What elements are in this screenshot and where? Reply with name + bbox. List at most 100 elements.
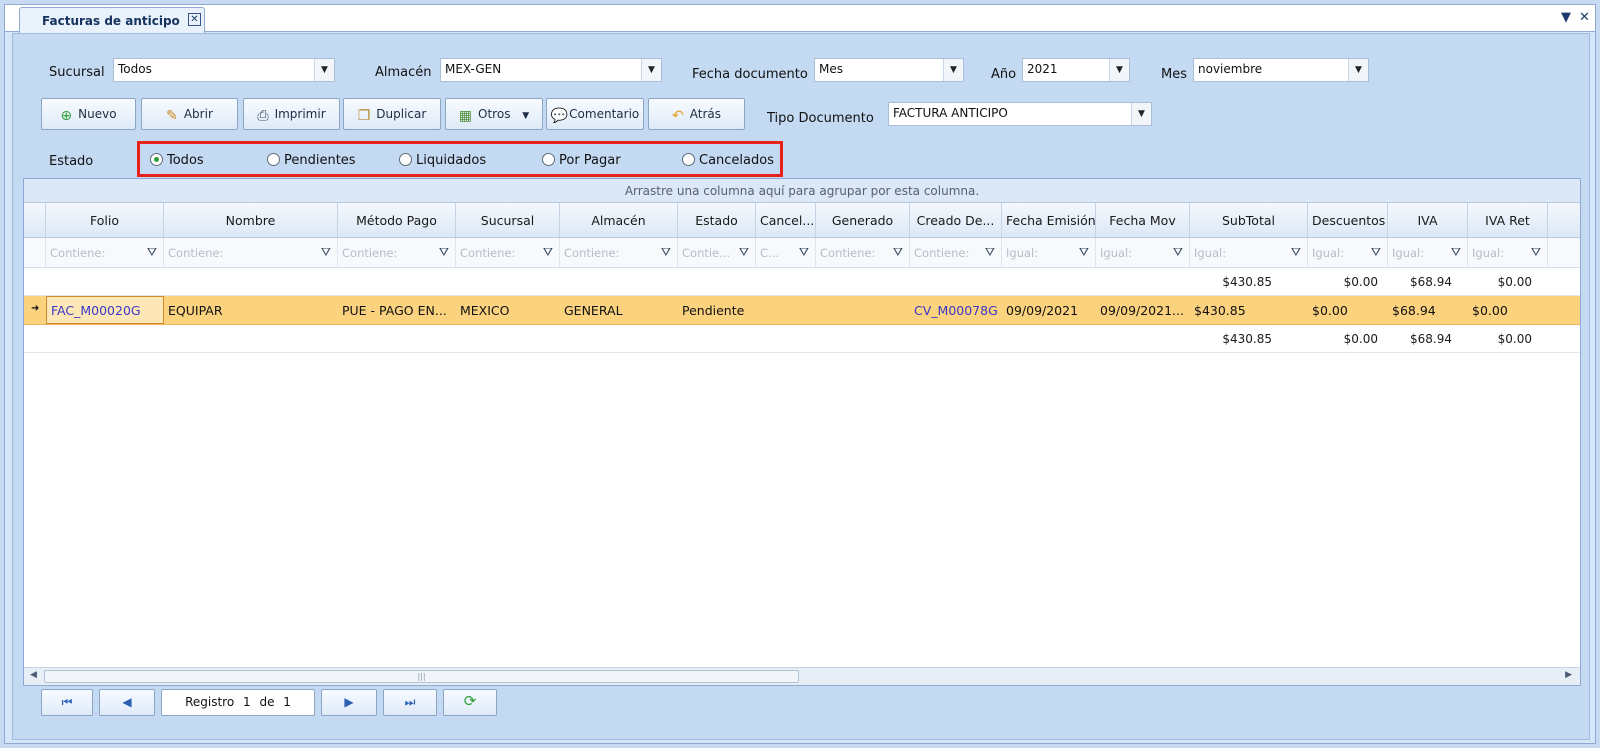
filter-generado[interactable]: Contiene: ⛛: [816, 238, 910, 267]
chevron-down-icon[interactable]: ▼: [314, 59, 334, 81]
column-header-fecha-emision[interactable]: Fecha Emisión: [1002, 203, 1096, 237]
column-header-cancel[interactable]: Cancel...: [756, 203, 816, 237]
cell-nombre[interactable]: EQUIPAR: [164, 296, 338, 324]
radio-liquidados[interactable]: Liquidados: [399, 153, 486, 168]
column-header-sucursal[interactable]: Sucursal: [456, 203, 560, 237]
almacen-select[interactable]: MEX-GEN ▼: [440, 58, 662, 82]
otros-button[interactable]: ▦ Otros ▼: [445, 98, 543, 130]
filter-icon[interactable]: ⛛: [1371, 245, 1381, 260]
scrollbar-thumb[interactable]: |||: [44, 670, 799, 683]
tipo-documento-select[interactable]: FACTURA ANTICIPO ▼: [888, 102, 1152, 126]
sucursal-select[interactable]: Todos ▼: [113, 58, 335, 82]
cell-estado[interactable]: Pendiente: [678, 296, 756, 324]
cell-generado[interactable]: [816, 296, 910, 324]
column-header-iva[interactable]: IVA: [1388, 203, 1468, 237]
radio-cancelados[interactable]: Cancelados: [682, 153, 774, 168]
column-header-nombre[interactable]: Nombre: [164, 203, 338, 237]
filter-icon[interactable]: ⛛: [1173, 245, 1183, 260]
first-page-button[interactable]: ⏮: [41, 689, 93, 716]
next-page-button[interactable]: ▶: [321, 689, 377, 716]
filter-icon[interactable]: ⛛: [661, 245, 671, 260]
abrir-button[interactable]: ✎ Abrir: [141, 98, 238, 130]
horizontal-scrollbar[interactable]: ◀ ||| ▶: [24, 667, 1580, 685]
mes-select[interactable]: noviembre ▼: [1193, 58, 1369, 82]
filter-icon[interactable]: ⛛: [147, 245, 157, 260]
column-header-creado-de[interactable]: Creado De...: [910, 203, 1002, 237]
filter-icon[interactable]: ⛛: [1451, 245, 1461, 260]
filter-nombre[interactable]: Contiene: ⛛: [164, 238, 338, 267]
cell-metodo-pago[interactable]: PUE - PAGO EN...: [338, 296, 456, 324]
chevron-down-icon[interactable]: ▼: [943, 59, 963, 81]
filter-icon[interactable]: ⛛: [985, 245, 995, 260]
table-row[interactable]: ➜ FAC_M00020G EQUIPAR PUE - PAGO EN... M…: [24, 296, 1580, 325]
cell-descuentos[interactable]: $0.00: [1308, 296, 1388, 324]
window-close-icon[interactable]: ✕: [1579, 10, 1590, 25]
filter-icon[interactable]: ⛛: [799, 245, 809, 260]
cell-iva[interactable]: $68.94: [1388, 296, 1468, 324]
cell-creado-de[interactable]: CV_M00078G: [910, 296, 1002, 324]
column-header-descuentos[interactable]: Descuentos: [1308, 203, 1388, 237]
column-header-fecha-mov[interactable]: Fecha Mov: [1096, 203, 1190, 237]
filter-icon[interactable]: ⛛: [543, 245, 553, 260]
column-header-folio[interactable]: Folio: [46, 203, 164, 237]
filter-fecha-mov[interactable]: Igual: ⛛: [1096, 238, 1190, 267]
folio-link[interactable]: FAC_M00020G: [51, 303, 141, 318]
tab-close-icon[interactable]: ✕: [188, 13, 201, 26]
radio-por-pagar[interactable]: Por Pagar: [542, 153, 621, 168]
anio-select[interactable]: 2021 ▼: [1022, 58, 1130, 82]
filter-fecha-emision[interactable]: Igual: ⛛: [1002, 238, 1096, 267]
filter-icon[interactable]: ⛛: [1531, 245, 1541, 260]
scroll-left-icon[interactable]: ◀: [30, 670, 37, 680]
comentario-button[interactable]: 💬Comentario: [546, 98, 644, 130]
filter-almacen[interactable]: Contiene: ⛛: [560, 238, 678, 267]
column-header-metodo-pago[interactable]: Método Pago: [338, 203, 456, 237]
creado-de-link[interactable]: CV_M00078G: [914, 303, 998, 318]
filter-iva[interactable]: Igual: ⛛: [1388, 238, 1468, 267]
filter-icon[interactable]: ⛛: [321, 245, 331, 260]
imprimir-button[interactable]: ⎙ Imprimir: [243, 98, 340, 130]
group-by-area[interactable]: Arrastre una columna aquí para agrupar p…: [24, 179, 1580, 203]
filter-estado[interactable]: Contie... ⛛: [678, 238, 756, 267]
cell-almacen[interactable]: GENERAL: [560, 296, 678, 324]
filter-creado-de[interactable]: Contiene: ⛛: [910, 238, 1002, 267]
tab-facturas-anticipo[interactable]: Facturas de anticipo ✕: [19, 7, 205, 33]
prev-page-button[interactable]: ◀: [99, 689, 155, 716]
cell-folio[interactable]: FAC_M00020G: [46, 296, 164, 324]
filter-descuentos[interactable]: Igual: ⛛: [1308, 238, 1388, 267]
filter-icon[interactable]: ⛛: [893, 245, 903, 260]
filter-subtotal[interactable]: Igual: ⛛: [1190, 238, 1308, 267]
chevron-down-icon[interactable]: ▼: [1348, 59, 1368, 81]
refresh-button[interactable]: ⟳: [443, 689, 497, 716]
column-header-subtotal[interactable]: SubTotal: [1190, 203, 1308, 237]
column-header-generado[interactable]: Generado: [816, 203, 910, 237]
window-menu-icon[interactable]: ▼: [1561, 10, 1571, 25]
cell-fecha-mov[interactable]: 09/09/2021...: [1096, 296, 1190, 324]
last-page-button[interactable]: ⏭: [383, 689, 437, 716]
filter-icon[interactable]: ⛛: [739, 245, 749, 260]
filter-sucursal[interactable]: Contiene: ⛛: [456, 238, 560, 267]
filter-cancel[interactable]: C... ⛛: [756, 238, 816, 267]
column-header-estado[interactable]: Estado: [678, 203, 756, 237]
nuevo-button[interactable]: ⊕ Nuevo: [41, 98, 136, 130]
chevron-down-icon[interactable]: ▼: [1131, 103, 1151, 125]
radio-pendientes[interactable]: Pendientes: [267, 153, 356, 168]
cell-subtotal[interactable]: $430.85: [1190, 296, 1308, 324]
fecha-documento-select[interactable]: Mes ▼: [814, 58, 964, 82]
atras-button[interactable]: ↶ Atrás: [648, 98, 745, 130]
cell-fecha-emision[interactable]: 09/09/2021: [1002, 296, 1096, 324]
duplicar-button[interactable]: ❐ Duplicar: [343, 98, 441, 130]
filter-icon[interactable]: ⛛: [1291, 245, 1301, 260]
chevron-down-icon[interactable]: ▼: [1109, 59, 1129, 81]
cell-cancel[interactable]: [756, 296, 816, 324]
cell-iva-ret[interactable]: $0.00: [1468, 296, 1548, 324]
chevron-down-icon[interactable]: ▼: [641, 59, 661, 81]
scroll-right-icon[interactable]: ▶: [1565, 670, 1572, 680]
filter-icon[interactable]: ⛛: [439, 245, 449, 260]
column-header-almacen[interactable]: Almacén: [560, 203, 678, 237]
filter-icon[interactable]: ⛛: [1079, 245, 1089, 260]
cell-sucursal[interactable]: MEXICO: [456, 296, 560, 324]
filter-metodo-pago[interactable]: Contiene: ⛛: [338, 238, 456, 267]
radio-todos[interactable]: Todos: [150, 153, 204, 168]
filter-folio[interactable]: Contiene: ⛛: [46, 238, 164, 267]
column-header-iva-ret[interactable]: IVA Ret: [1468, 203, 1548, 237]
